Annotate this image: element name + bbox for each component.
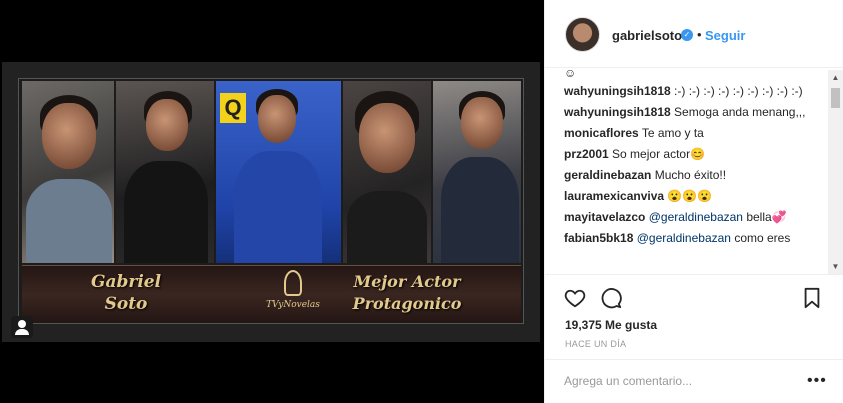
photo-1	[22, 81, 114, 263]
photo-5	[433, 81, 521, 263]
bookmark-icon[interactable]	[802, 287, 822, 309]
comment: prz2001 So mejor actor😊	[564, 146, 828, 162]
comment-username[interactable]: mayitavelazco	[564, 210, 645, 224]
post-timestamp[interactable]: HACE UN DÍA	[565, 339, 626, 349]
scroll-up-icon[interactable]: ▲	[828, 70, 843, 85]
comment-text: Mucho éxito!!	[654, 168, 727, 182]
tvynovelas-logo: TVyNovelas	[262, 270, 324, 320]
heart-icon[interactable]	[564, 287, 586, 309]
comment-fragment: ☺	[564, 68, 577, 80]
comments-scrollbar[interactable]: ▲ ▼	[828, 70, 843, 274]
comment-mention[interactable]: @geraldinebazan	[649, 210, 743, 224]
post-sidebar: gabrielsoto ✓ • Seguir ☺ wahyuningsih181…	[544, 0, 843, 403]
avatar[interactable]	[565, 17, 600, 52]
comment-username[interactable]: lauramexicanviva	[564, 189, 664, 203]
verified-icon: ✓	[681, 29, 693, 41]
comment: monicaflores Te amo y ta	[564, 125, 828, 141]
username-link[interactable]: gabrielsoto	[612, 28, 682, 43]
likes-count[interactable]: 19,375 Me gusta	[565, 318, 657, 332]
suit	[124, 161, 208, 263]
photo-3: Q	[216, 81, 341, 263]
suit	[347, 191, 427, 263]
award-banner: Gabriel Soto TVyNovelas Mejor Actor Prot…	[22, 265, 521, 323]
comment-mention[interactable]: @geraldinebazan	[637, 231, 731, 245]
add-comment-bar: •••	[545, 359, 843, 403]
comments-list[interactable]: ☺ wahyuningsih1818 :-) :-) :-) :-) :-) :…	[564, 68, 828, 274]
scroll-down-icon[interactable]: ▼	[828, 259, 843, 274]
comment-text: como eres	[734, 231, 791, 245]
comment-text: So mejor actor😊	[612, 147, 706, 161]
comment: mayitavelazco @geraldinebazan bella💞	[564, 209, 828, 225]
magazine-logo: Q	[220, 93, 246, 123]
post-header: gabrielsoto ✓ • Seguir	[545, 0, 843, 68]
comment-username[interactable]: fabian5bk18	[564, 231, 633, 245]
comment-text: bella💞	[746, 210, 787, 224]
comment-text: 😮😮😮	[667, 189, 713, 203]
comment-text: :-) :-) :-) :-) :-) :-) :-) :-) :-)	[674, 84, 803, 98]
suit	[234, 151, 322, 263]
face	[42, 103, 96, 169]
face	[146, 99, 188, 151]
logo-text: TVyNovelas	[266, 300, 320, 310]
scroll-thumb[interactable]	[831, 88, 840, 108]
action-bar	[545, 274, 843, 322]
comment: lauramexicanviva 😮😮😮	[564, 188, 828, 204]
face	[258, 95, 296, 143]
comment-username[interactable]: wahyuningsih1818	[564, 105, 671, 119]
banner-award: Mejor Actor Protagonico	[352, 272, 462, 313]
banner-name: Gabriel Soto	[90, 272, 162, 314]
comment-username[interactable]: monicaflores	[564, 126, 639, 140]
shirt	[26, 179, 112, 263]
comment-username[interactable]: prz2001	[564, 147, 609, 161]
comment-text: Te amo y ta	[641, 126, 704, 140]
comment: geraldinebazan Mucho éxito!!	[564, 167, 828, 183]
comment-text: Semoga anda menang,,,	[674, 105, 806, 119]
face	[359, 103, 415, 173]
photo-4	[343, 81, 431, 263]
face	[461, 97, 503, 149]
media-pane: Q Gabriel Soto TVyNovelas Mejor Actor Pr…	[0, 0, 544, 403]
post-image[interactable]: Q Gabriel Soto TVyNovelas Mejor Actor Pr…	[18, 78, 524, 324]
more-options-icon[interactable]: •••	[807, 372, 827, 390]
separator-dot: •	[697, 27, 702, 42]
comment: wahyuningsih1818 :-) :-) :-) :-) :-) :-)…	[564, 83, 828, 99]
comment-input[interactable]	[564, 374, 784, 388]
comment: fabian5bk18 @geraldinebazan como eres	[564, 230, 828, 246]
photo-2	[116, 81, 214, 263]
comment-username[interactable]: geraldinebazan	[564, 168, 651, 182]
trophy-icon	[284, 270, 302, 296]
comment-username[interactable]: wahyuningsih1818	[564, 84, 671, 98]
follow-button[interactable]: Seguir	[705, 28, 745, 43]
user-tag-icon[interactable]	[11, 316, 33, 338]
comment-icon[interactable]	[600, 287, 622, 309]
suit	[441, 157, 519, 263]
comment: wahyuningsih1818 Semoga anda menang,,,	[564, 104, 828, 120]
